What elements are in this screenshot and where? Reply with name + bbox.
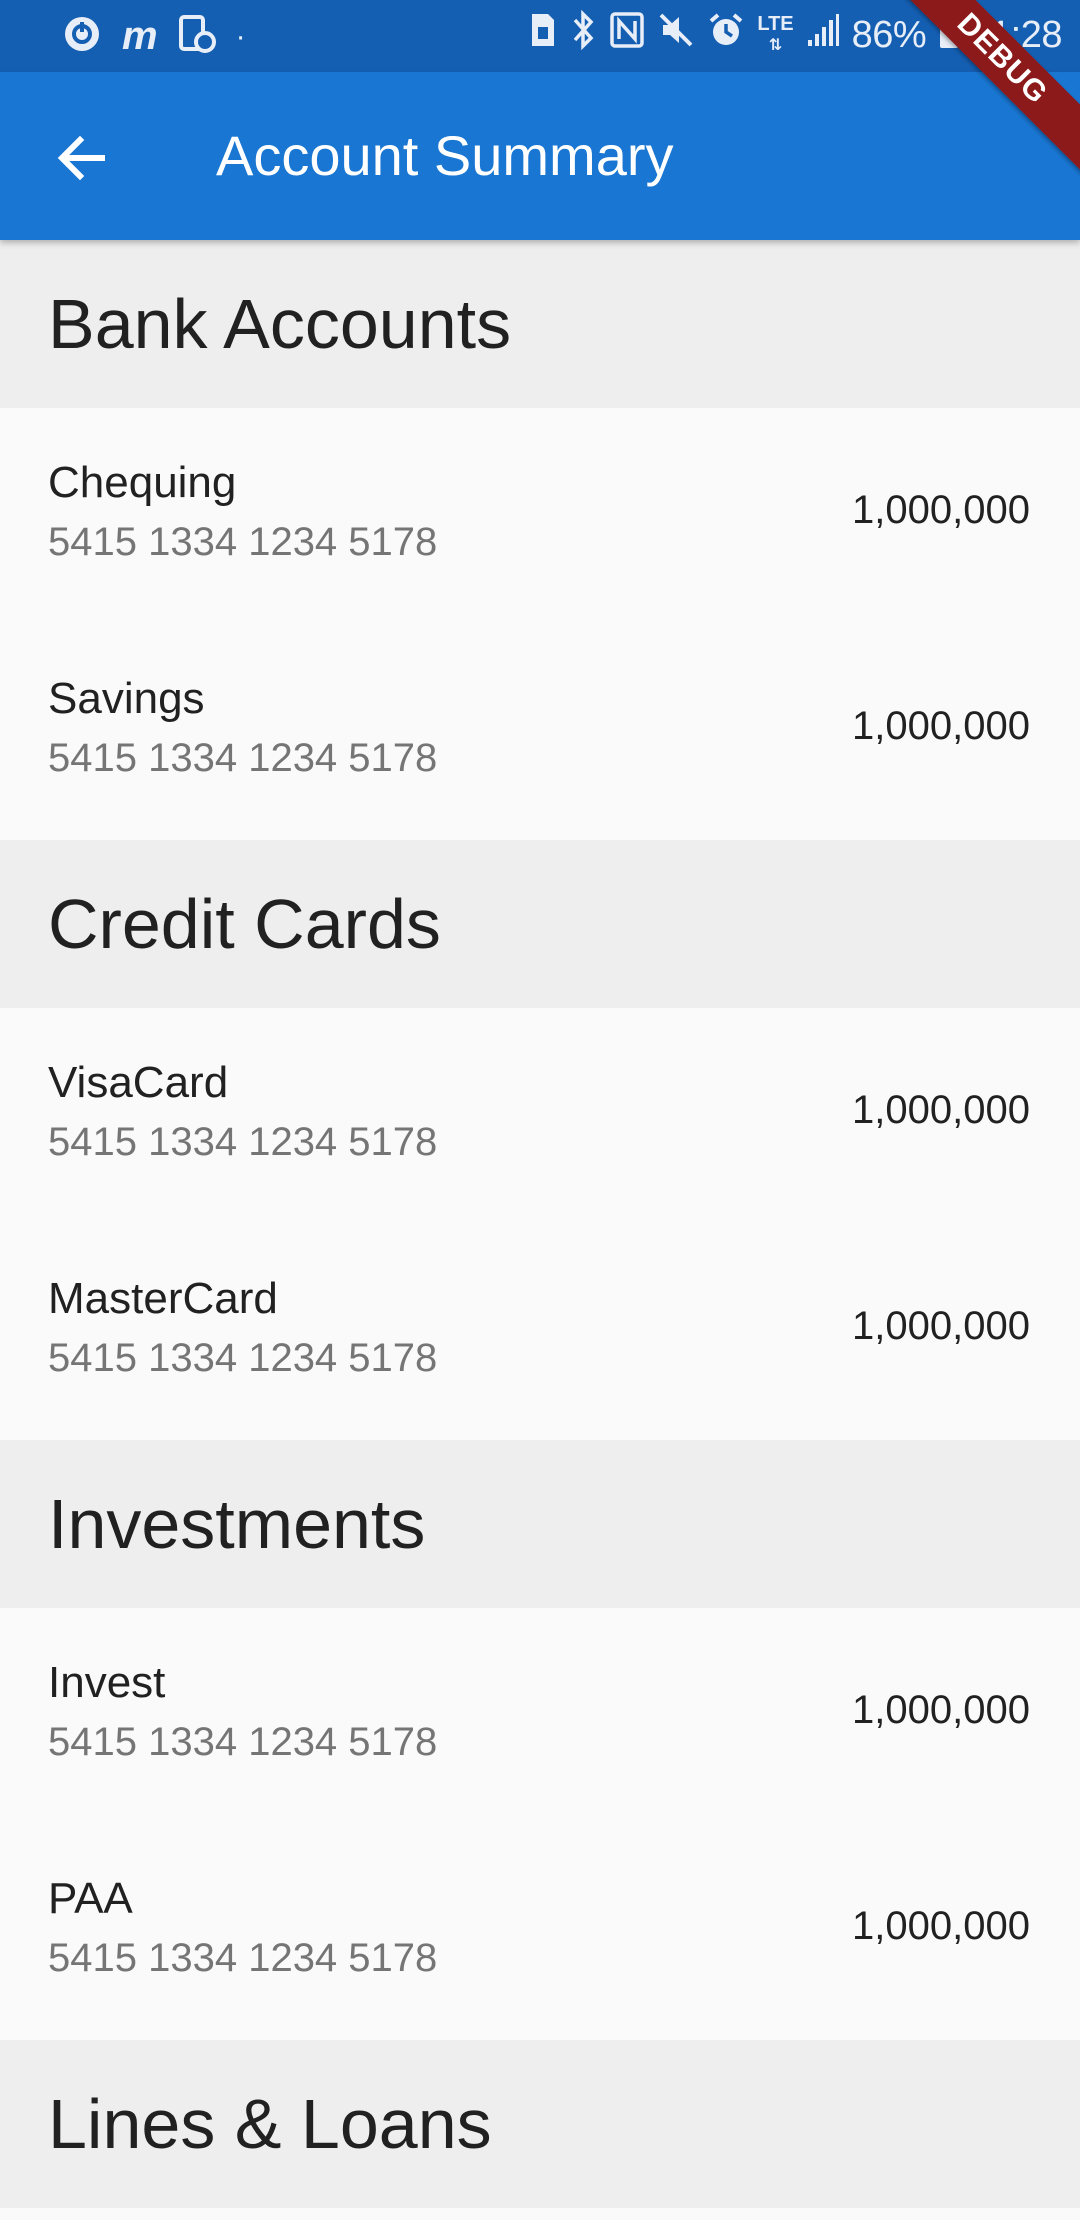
sim-icon (529, 11, 557, 59)
arrow-back-icon (54, 130, 110, 191)
alarm-icon (707, 11, 745, 59)
m-app-icon: m (122, 14, 158, 58)
account-name: VisaCard (48, 1058, 229, 1107)
account-row-invest[interactable]: Invest 5415 1334 1234 5178 1,000,000 (0, 1608, 1080, 1824)
nfc-icon (609, 11, 645, 59)
signal-icon (806, 12, 840, 58)
lte-label: LTE (757, 13, 794, 35)
sync-icon (62, 14, 102, 59)
account-name: PAA (48, 1874, 133, 1923)
account-number: 5415 1334 1234 5178 (48, 1120, 438, 1164)
account-row-visacard[interactable]: VisaCard 5415 1334 1234 5178 1,000,000 (0, 1008, 1080, 1224)
section-header-bank-accounts: Bank Accounts (0, 240, 1080, 408)
account-number: 5415 1334 1234 5178 (48, 736, 438, 780)
account-number: 5415 1334 1234 5178 (48, 1720, 438, 1764)
account-number: 5415 1334 1234 5178 (48, 1336, 438, 1380)
section-header-investments: Investments (0, 1440, 1080, 1608)
section-title: Bank Accounts (48, 285, 512, 363)
mute-icon (657, 11, 695, 59)
section-title: Investments (48, 1485, 426, 1563)
back-button[interactable] (40, 118, 124, 202)
account-name: MasterCard (48, 1274, 278, 1323)
account-name: Chequing (48, 458, 237, 507)
account-list: Bank Accounts Chequing 5415 1334 1234 51… (0, 240, 1080, 2208)
account-balance: 1,000,000 (852, 488, 1030, 532)
account-balance: 1,000,000 (852, 1688, 1030, 1732)
dot-icon: · (235, 19, 246, 53)
lte-icon: LTE ⇅ (757, 13, 794, 54)
account-balance: 1,000,000 (852, 704, 1030, 748)
section-header-credit-cards: Credit Cards (0, 840, 1080, 1008)
status-bar-notifications: m · (62, 14, 246, 59)
account-balance: 1,000,000 (852, 1304, 1030, 1348)
account-row-savings[interactable]: Savings 5415 1334 1234 5178 1,000,000 (0, 624, 1080, 840)
section-title: Lines & Loans (48, 2085, 492, 2163)
page-title: Account Summary (216, 124, 674, 187)
account-name: Invest (48, 1658, 166, 1707)
account-row-mastercard[interactable]: MasterCard 5415 1334 1234 5178 1,000,000 (0, 1224, 1080, 1440)
account-row-paa[interactable]: PAA 5415 1334 1234 5178 1,000,000 (0, 1824, 1080, 2040)
account-balance: 1,000,000 (852, 1088, 1030, 1132)
account-row-chequing[interactable]: Chequing 5415 1334 1234 5178 1,000,000 (0, 408, 1080, 624)
section-header-lines-loans: Lines & Loans (0, 2040, 1080, 2208)
battery-percent: 86% (851, 13, 927, 56)
bluetooth-icon (569, 9, 597, 60)
status-bar: m · LTE ⇅ 86% 11:28 (0, 0, 1080, 72)
account-name: Savings (48, 674, 205, 723)
section-title: Credit Cards (48, 885, 441, 963)
account-balance: 1,000,000 (852, 1904, 1030, 1948)
account-number: 5415 1334 1234 5178 (48, 520, 438, 564)
app-bar: Account Summary (0, 72, 1080, 240)
screen-icon (178, 14, 216, 59)
account-number: 5415 1334 1234 5178 (48, 1936, 438, 1980)
